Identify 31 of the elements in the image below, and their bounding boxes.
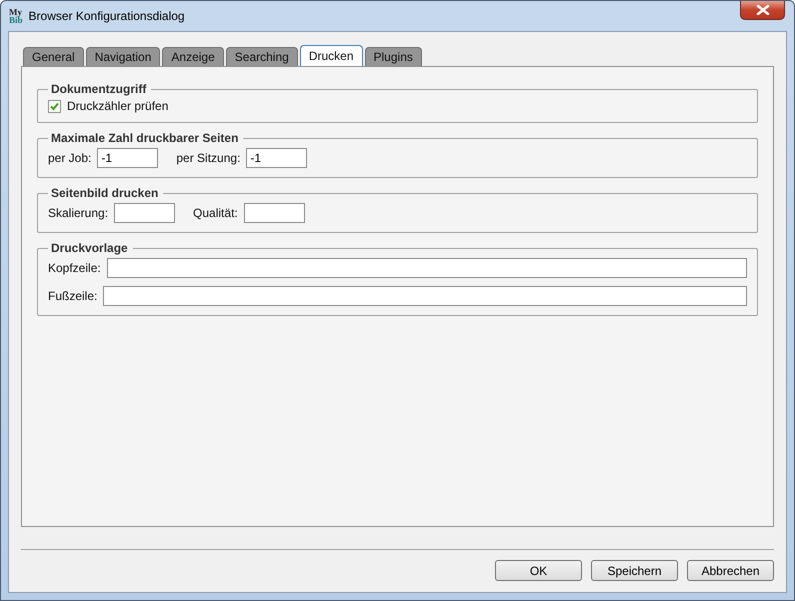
input-field[interactable]: [244, 203, 305, 223]
field-label: Kopfzeile:: [48, 261, 101, 275]
close-icon: [756, 5, 770, 15]
tab[interactable]: Navigation: [86, 47, 160, 66]
group-title: Druckvorlage: [50, 241, 129, 255]
group-title: Maximale Zahl druckbarer Seiten: [50, 131, 240, 145]
input-field[interactable]: [106, 258, 747, 278]
group-title: Seitenbild drucken: [50, 186, 160, 200]
app-logo: My Bib: [8, 8, 23, 24]
field-label: Skalierung:: [48, 206, 108, 220]
dialog-button[interactable]: Abbrechen: [687, 560, 774, 581]
dialog-button[interactable]: OK: [495, 560, 582, 581]
input-field[interactable]: [103, 286, 747, 306]
input-field[interactable]: [114, 203, 176, 223]
group-title: Dokumentzugriff: [50, 82, 148, 96]
input-field[interactable]: -1: [246, 148, 308, 168]
tab[interactable]: Drucken: [300, 45, 363, 66]
window-title: Browser Konfigurationsdialog: [28, 9, 185, 23]
tab[interactable]: Searching: [226, 47, 298, 66]
close-button[interactable]: [740, 1, 785, 20]
field-label: per Job:: [48, 151, 92, 165]
checkbox-label: Druckzähler prüfen: [67, 99, 168, 113]
tab[interactable]: Anzeige: [162, 47, 224, 66]
input-field[interactable]: -1: [97, 148, 158, 168]
tab[interactable]: Plugins: [364, 47, 422, 66]
dialog-button[interactable]: Speichern: [591, 560, 678, 581]
field-label: Fußzeile:: [48, 289, 98, 303]
field-label: per Sitzung:: [176, 151, 240, 165]
tab[interactable]: General: [23, 47, 84, 66]
field-label: Qualität:: [193, 206, 238, 220]
checkbox[interactable]: [48, 100, 61, 112]
